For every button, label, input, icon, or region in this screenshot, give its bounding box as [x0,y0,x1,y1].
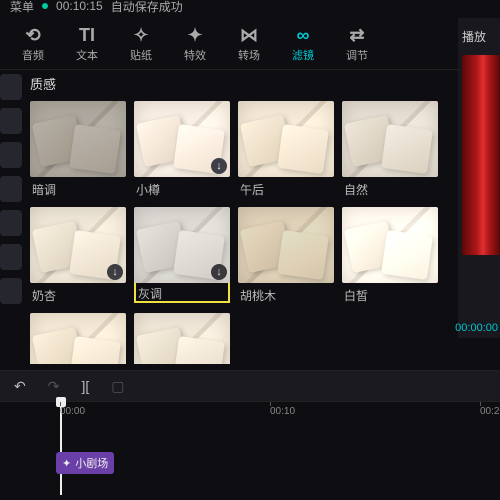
timeline-clip[interactable]: ✦ 小剧场 [56,452,114,474]
filter-item[interactable]: ↓ [30,313,126,364]
tool-音频[interactable]: ⟲ 音频 [6,20,60,68]
tool-icon: ⋈ [240,25,258,45]
filter-label: 灰调 [134,281,230,303]
filter-label: 午后 [238,177,334,199]
filter-thumbnail[interactable] [342,101,438,177]
filter-label: 白皙 [342,283,438,305]
preview-panel: 播放 00:00:00 [458,18,500,338]
filter-thumbnail[interactable]: ↓ [134,313,230,364]
sidebar-item[interactable] [0,244,22,270]
tool-label: 贴纸 [130,47,152,63]
ruler-tick: 00:20 [480,406,500,417]
preview-title: 播放 [458,18,500,55]
section-title: 质感 [30,74,458,93]
filter-thumbnail[interactable]: ↓ [134,101,230,177]
menu-label[interactable]: 菜单 [10,0,34,15]
tool-icon: TI [79,25,95,45]
filter-item[interactable]: ↓ 奶杏 [30,207,126,305]
filter-thumbnail[interactable] [342,207,438,283]
tool-label: 滤镜 [292,47,314,63]
preview-time: 00:00:00 [455,322,498,334]
category-sidebar [0,74,24,312]
tool-icon: ⟲ [25,25,40,45]
undo-button[interactable]: ↶ [14,378,26,395]
tool-icon: ✧ [133,25,148,45]
autosave-text: 自动保存成功 [111,0,183,15]
ruler-tick: 00:00 [60,406,85,417]
tool-label: 特效 [184,47,206,63]
filter-thumbnail[interactable]: ↓ [30,207,126,283]
filter-item[interactable]: ↓ [134,313,230,364]
sidebar-item[interactable] [0,176,22,202]
tool-贴纸[interactable]: ✧ 贴纸 [114,20,168,68]
tool-label: 音频 [22,47,44,63]
filter-thumbnail[interactable]: ↓ [134,207,230,283]
filter-item[interactable]: ↓灰调 [134,207,230,305]
download-icon[interactable]: ↓ [211,158,227,174]
download-icon[interactable]: ↓ [107,264,123,280]
sidebar-item[interactable] [0,108,22,134]
filter-label: 胡桃木 [238,283,334,305]
filter-thumbnail[interactable]: ↓ [30,313,126,364]
tool-转场[interactable]: ⋈ 转场 [222,20,276,68]
split-button[interactable]: ][ [81,378,89,394]
filter-item[interactable]: 午后 [238,101,334,199]
status-bar: 菜单 00:10:15 自动保存成功 [0,0,193,12]
filter-label: 自然 [342,177,438,199]
tool-label: 转场 [238,47,260,63]
preview-thumbnail[interactable] [462,55,500,255]
filter-item[interactable]: 暗调 [30,101,126,199]
filter-item[interactable]: 白皙 [342,207,438,305]
ruler-tick: 00:10 [270,406,295,417]
filter-gallery: 质感 暗调↓小樽午后自然↓奶杏↓灰调胡桃木白皙↓↓ [30,74,458,364]
tool-label: 调节 [346,47,368,63]
tool-icon: ✦ [187,25,202,45]
sidebar-item[interactable] [0,74,22,100]
crop-button[interactable]: ▢ [111,378,124,395]
filter-thumbnail[interactable] [30,101,126,177]
filter-label: 小樽 [134,177,230,199]
tool-icon: ∞ [297,25,310,45]
filter-item[interactable]: 自然 [342,101,438,199]
clip-effect-icon: ✦ [62,457,71,470]
tool-特效[interactable]: ✦ 特效 [168,20,222,68]
timeline-ruler[interactable]: 00:00 00:10 00:20 [0,402,500,424]
tool-文本[interactable]: TI 文本 [60,20,114,68]
autosave-dot-icon [42,3,48,9]
sidebar-item[interactable] [0,210,22,236]
filter-item[interactable]: ↓ 小樽 [134,101,230,199]
filter-label: 奶杏 [30,283,126,305]
tool-滤镜[interactable]: ∞ 滤镜 [276,20,330,68]
tool-调节[interactable]: ⇄ 调节 [330,20,384,68]
status-timestamp: 00:10:15 [56,0,103,13]
tool-label: 文本 [76,47,98,63]
download-icon[interactable]: ↓ [211,264,227,280]
sidebar-item[interactable] [0,142,22,168]
redo-button[interactable]: ↷ [48,378,60,395]
tool-icon: ⇄ [349,25,364,45]
filter-thumbnail[interactable] [238,101,334,177]
filter-item[interactable]: 胡桃木 [238,207,334,305]
filter-thumbnail[interactable] [238,207,334,283]
main-toolbar: ⟲ 音频 TI 文本 ✧ 贴纸 ✦ 特效 ⋈ 转场 ∞ 滤镜 ⇄ 调节 [0,18,500,70]
timeline-toolbar: ↶ ↷ ][ ▢ [0,370,500,402]
filter-label: 暗调 [30,177,126,199]
sidebar-item[interactable] [0,278,22,304]
clip-label: 小剧场 [75,455,108,471]
